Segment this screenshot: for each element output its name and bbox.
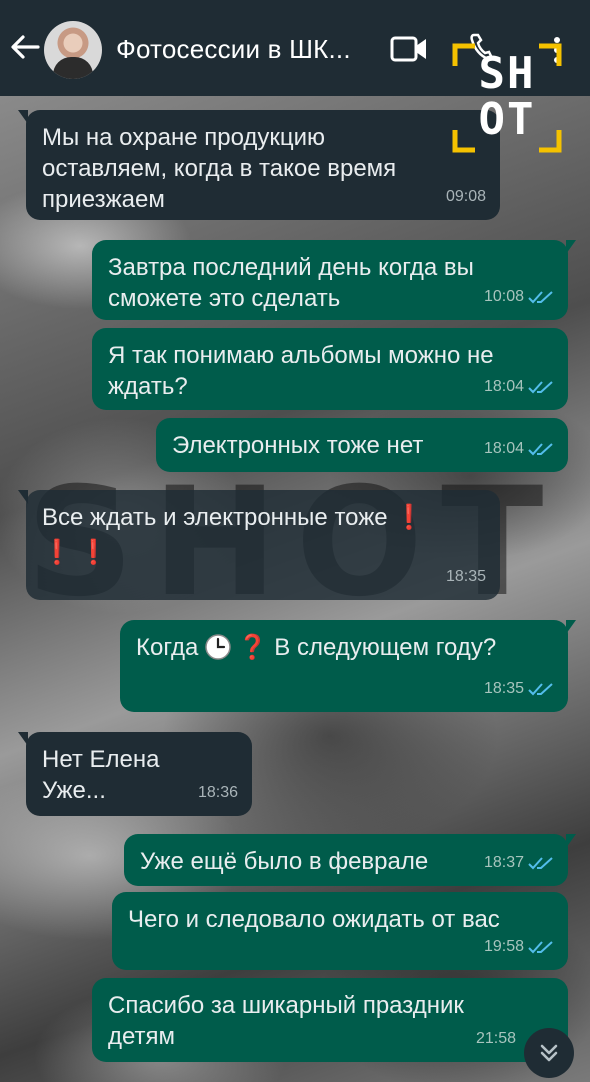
message-text-line: Завтра последний день когда вы <box>108 254 474 281</box>
read-ticks-icon <box>528 682 553 695</box>
exclamation-emoji-icon: ❗ ❗ <box>42 539 109 566</box>
shot-logo-watermark: SH OT <box>451 42 563 154</box>
message-outgoing[interactable]: Я так понимаю альбомы можно не ждать? 18… <box>92 328 568 410</box>
message-outgoing[interactable]: Спасибо за шикарный праздник детям 21:58 <box>92 978 568 1062</box>
message-text-line: Я так понимаю альбомы можно не <box>108 342 494 369</box>
read-ticks-icon <box>528 940 553 953</box>
message-meta: 18:04 <box>484 433 554 464</box>
message-outgoing[interactable]: Уже ещё было в феврале 18:37 <box>124 834 576 886</box>
logo-text-top: SH <box>478 48 536 99</box>
message-time: 21:58 <box>475 1030 516 1047</box>
video-call-icon[interactable] <box>390 34 428 64</box>
message-text-line: приезжаем <box>42 186 165 213</box>
message-text-line: Все ждать и электронные тоже ❗ <box>42 502 484 533</box>
message-text-line: Мы на охране продукцию <box>42 124 326 151</box>
message-time: 09:08 <box>445 188 486 205</box>
avatar[interactable] <box>44 21 102 79</box>
message-meta: 18:35 <box>446 561 486 592</box>
message-incoming[interactable]: Мы на охране продукцию оставляем, когда … <box>18 110 500 220</box>
message-meta: 18:35 <box>484 673 554 704</box>
exclamation-emoji-icon: ❗ <box>394 504 425 531</box>
read-ticks-icon <box>528 290 553 303</box>
message-text-line: оставляем, когда в такое время <box>42 155 397 182</box>
message-meta: 18:04 <box>484 371 554 402</box>
message-outgoing[interactable]: Чего и следовало ожидать от вас 19:58 <box>112 892 568 970</box>
message-text: В следующем году? <box>274 634 497 661</box>
message-outgoing[interactable]: Завтра последний день когда вы сможете э… <box>92 240 576 320</box>
message-incoming[interactable]: Нет Елена Уже... 18:36 <box>18 732 252 816</box>
scroll-to-bottom-button[interactable] <box>524 1028 574 1078</box>
message-time: 18:36 <box>197 784 238 801</box>
message-time: 18:04 <box>483 378 524 395</box>
back-arrow-icon[interactable] <box>8 30 42 64</box>
message-outgoing[interactable]: Электронных тоже нет 18:04 <box>156 418 568 472</box>
message-text: Когда <box>136 634 199 661</box>
question-emoji-icon: ❓ <box>237 634 268 661</box>
message-meta: 18:37 <box>484 847 554 878</box>
double-chevron-down-icon <box>540 1044 558 1062</box>
message-time: 10:08 <box>483 288 524 305</box>
message-time: 19:58 <box>483 938 524 955</box>
clock-emoji-icon <box>205 634 231 660</box>
message-time: 18:04 <box>483 440 524 457</box>
logo-text-bottom: OT <box>478 94 536 145</box>
read-ticks-icon <box>528 442 553 455</box>
message-meta: 09:08 <box>446 181 486 212</box>
message-text-line: Нет Елена <box>42 746 160 773</box>
read-ticks-icon <box>528 380 553 393</box>
chat-title[interactable]: Фотосессии в ШК... <box>116 34 351 65</box>
message-text-line: Когда ❓ В следующем году? <box>136 632 552 663</box>
message-text: Все ждать и электронные тоже <box>42 504 388 531</box>
message-meta: 10:08 <box>484 281 554 312</box>
message-time: 18:37 <box>483 854 524 871</box>
read-ticks-icon <box>528 856 553 869</box>
message-time: 18:35 <box>445 568 486 585</box>
message-meta: 21:58 <box>476 1023 516 1054</box>
message-incoming[interactable]: Все ждать и электронные тоже ❗ ❗ ❗ 18:35 <box>18 490 500 600</box>
message-outgoing[interactable]: Когда ❓ В следующем году? 18:35 <box>120 620 576 712</box>
message-text-line: Спасибо за шикарный праздник <box>108 992 464 1019</box>
message-meta: 18:36 <box>198 777 238 808</box>
message-meta: 19:58 <box>484 931 554 962</box>
message-time: 18:35 <box>483 680 524 697</box>
